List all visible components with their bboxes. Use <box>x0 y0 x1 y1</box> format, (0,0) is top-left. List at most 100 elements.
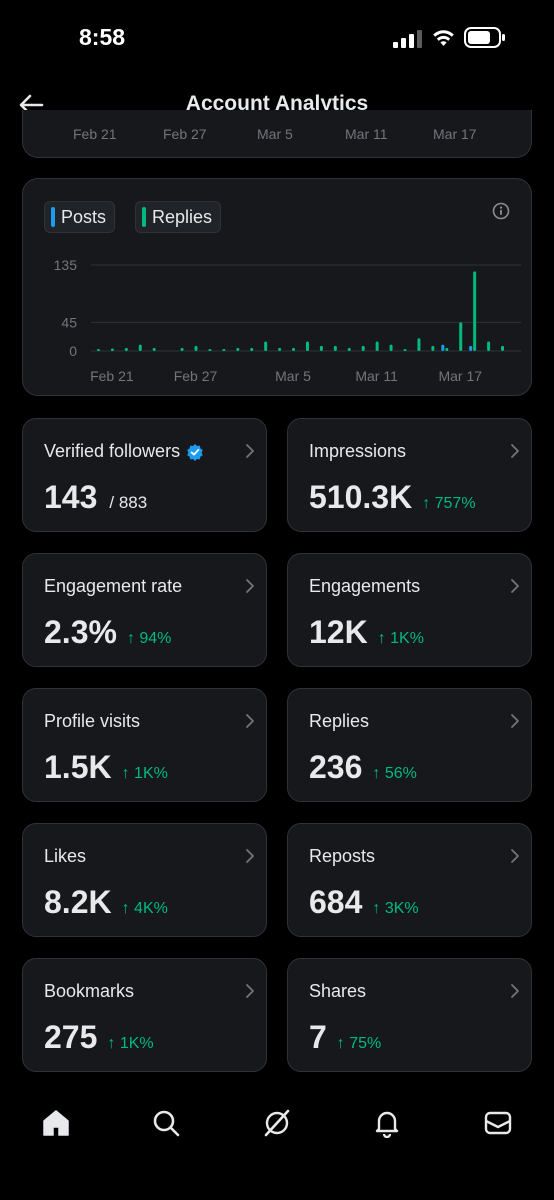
chevron-right-icon <box>511 984 519 998</box>
stat-label-text: Profile visits <box>44 711 141 731</box>
stat-change: ↑ 1K% <box>121 765 168 782</box>
info-icon[interactable] <box>491 201 511 221</box>
replies-bar <box>278 347 282 351</box>
replies-bar <box>152 347 156 351</box>
stat-label: Likes <box>44 846 86 867</box>
stat-value: 2.3% <box>44 614 117 650</box>
home-icon[interactable] <box>41 1108 71 1138</box>
stat-card-profile-visits[interactable]: Profile visits 1.5K ↑ 1K% <box>22 688 267 802</box>
stat-value-row: 143 / 883 <box>44 479 147 516</box>
stat-card-replies[interactable]: Replies 236 ↑ 56% <box>287 688 532 802</box>
verified-badge-icon <box>187 443 203 461</box>
replies-bar <box>403 349 407 351</box>
chevron-right-icon <box>246 579 254 593</box>
stat-label: Engagements <box>309 576 420 597</box>
stat-change: ↑ 1K% <box>107 1035 154 1052</box>
stat-value: 510.3K <box>309 479 413 515</box>
stat-card-reposts[interactable]: Reposts 684 ↑ 3K% <box>287 823 532 937</box>
y-tick-label: 0 <box>69 343 77 359</box>
stat-label-text: Engagement rate <box>44 576 183 596</box>
stat-value: 236 <box>309 749 363 785</box>
messages-icon[interactable] <box>483 1108 513 1138</box>
stat-label: Reposts <box>309 846 375 867</box>
replies-bar <box>473 271 477 351</box>
replies-bar <box>389 344 393 351</box>
search-icon[interactable] <box>151 1108 181 1138</box>
legend-posts[interactable]: Posts <box>44 201 116 233</box>
stat-value: 143 <box>44 479 98 515</box>
stat-card-engagements[interactable]: Engagements 12K ↑ 1K% <box>287 553 532 667</box>
stat-label-text: Engagements <box>309 576 421 596</box>
stat-label-text: Replies <box>309 711 370 731</box>
stat-label-text: Shares <box>309 981 367 1001</box>
replies-bar <box>319 345 323 351</box>
posts-replies-chart-card: 0 45 135 Feb 21 Feb 27 Mar 5 Mar 11 Mar 17 Post… <box>22 178 532 396</box>
stat-card-verified-followers[interactable]: Verified followers 143 / 883 <box>22 418 267 532</box>
stat-label: Shares <box>309 981 366 1002</box>
top-chart-x-label: Mar 5 <box>257 126 293 142</box>
impressions-chart-card: Feb 21 Feb 27 Mar 5 Mar 11 Mar 17 <box>22 110 532 158</box>
status-bar: 8:58 <box>0 0 554 74</box>
replies-bar <box>417 338 421 351</box>
chevron-right-icon <box>246 984 254 998</box>
x-tick-label: Mar 5 <box>275 368 311 384</box>
replies-bar <box>250 347 254 351</box>
top-chart-x-axis: Feb 21 Feb 27 Mar 5 Mar 11 Mar 17 <box>23 126 531 142</box>
stat-label-text: Impressions <box>309 441 407 461</box>
replies-bar <box>501 345 505 351</box>
replies-bar <box>180 347 184 351</box>
stat-value-row: 2.3% ↑ 94% <box>44 614 171 651</box>
x-tick-label: Mar 17 <box>438 368 482 384</box>
stat-change: ↑ 4K% <box>121 900 168 917</box>
replies-bar <box>264 341 268 351</box>
chevron-right-icon <box>246 714 254 728</box>
stat-value-row: 510.3K ↑ 757% <box>309 479 476 516</box>
legend-replies[interactable]: Replies <box>135 201 222 233</box>
stat-card-likes[interactable]: Likes 8.2K ↑ 4K% <box>22 823 267 937</box>
replies-bar <box>194 345 198 351</box>
stat-change: ↑ 75% <box>336 1035 382 1052</box>
stat-card-engagement-rate[interactable]: Engagement rate 2.3% ↑ 94% <box>22 553 267 667</box>
chevron-right-icon <box>246 444 254 458</box>
replies-bar <box>361 345 365 351</box>
battery-icon <box>464 27 505 48</box>
stat-label-text: Verified followers <box>44 441 181 461</box>
stat-value: 7 <box>309 1019 327 1055</box>
stat-change: ↑ 94% <box>126 630 172 647</box>
replies-bar <box>305 341 309 351</box>
stat-change: ↑ 757% <box>422 495 476 512</box>
x-tick-label: Mar 11 <box>355 368 398 384</box>
status-time: 8:58 <box>79 24 126 50</box>
stat-card-impressions[interactable]: Impressions 510.3K ↑ 757% <box>287 418 532 532</box>
stat-card-shares[interactable]: Shares 7 ↑ 75% <box>287 958 532 1072</box>
notifications-icon[interactable] <box>372 1108 402 1138</box>
replies-bar <box>347 347 351 351</box>
y-tick-label: 135 <box>54 257 78 273</box>
stat-card-bookmarks[interactable]: Bookmarks 275 ↑ 1K% <box>22 958 267 1072</box>
stat-value-row: 7 ↑ 75% <box>309 1019 381 1056</box>
stat-value-row: 8.2K ↑ 4K% <box>44 884 168 921</box>
home-indicator <box>208 1182 346 1187</box>
replies-swatch <box>142 207 146 227</box>
top-chart-x-label: Mar 17 <box>433 126 477 142</box>
replies-bar <box>110 348 114 351</box>
stat-label: Replies <box>309 711 369 732</box>
replies-bar <box>333 345 337 351</box>
legend-replies-label: Replies <box>152 206 213 227</box>
bottom-nav <box>0 1090 554 1160</box>
stat-change: ↑ 1K% <box>377 630 424 647</box>
replies-bar <box>222 349 226 351</box>
stat-label-text: Likes <box>44 846 87 866</box>
chevron-right-icon <box>511 714 519 728</box>
stat-label-text: Bookmarks <box>44 981 135 1001</box>
replies-bar <box>292 347 296 351</box>
replies-bar <box>96 349 100 351</box>
stat-value: 275 <box>44 1019 98 1055</box>
stat-value-row: 275 ↑ 1K% <box>44 1019 154 1056</box>
y-tick-label: 45 <box>61 314 77 330</box>
grok-icon[interactable] <box>262 1108 292 1138</box>
stat-label: Engagement rate <box>44 576 182 597</box>
stat-value: 12K <box>309 614 368 650</box>
stat-label: Profile visits <box>44 711 140 732</box>
replies-bar <box>138 344 142 351</box>
